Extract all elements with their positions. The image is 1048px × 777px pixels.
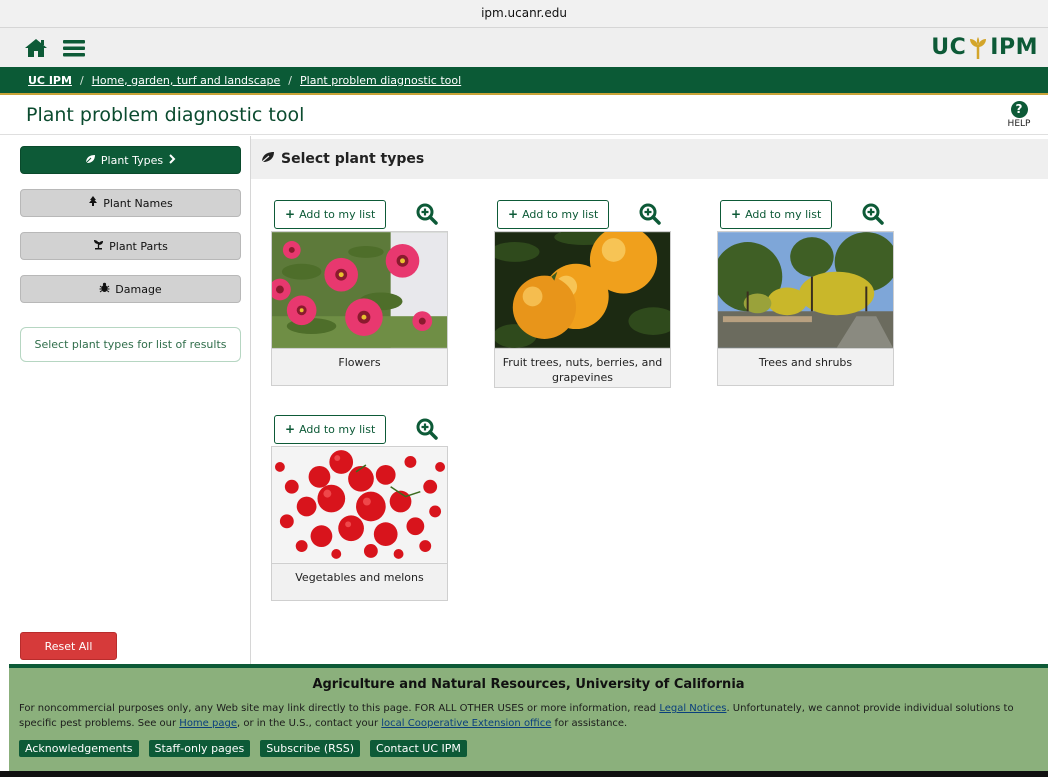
breadcrumb: UC IPM / Home, garden, turf and landscap… (0, 67, 1048, 95)
add-to-list-button[interactable]: + Add to my list (274, 414, 387, 444)
plus-icon: + (508, 207, 519, 221)
plant-type-card-trees-shrubs: + Add to my list Trees and shrubs (717, 199, 894, 386)
breadcrumb-diagnostic-tool[interactable]: Plant problem diagnostic tool (300, 74, 461, 87)
zoom-in-icon[interactable] (416, 418, 438, 440)
breadcrumb-separator: / (79, 73, 84, 87)
bottom-border (0, 771, 1048, 777)
logo-ipm: IPM (990, 35, 1038, 60)
leaf-icon (261, 151, 275, 167)
add-to-list-button[interactable]: + Add to my list (720, 199, 833, 229)
reset-all-button[interactable]: Reset All (20, 632, 117, 660)
plant-parts-icon (93, 239, 104, 253)
add-to-list-label: Add to my list (299, 422, 376, 436)
page-title: Plant problem diagnostic tool (26, 103, 305, 126)
home-icon[interactable] (24, 38, 48, 58)
footer-title: Agriculture and Natural Resources, Unive… (312, 677, 745, 692)
plant-types-label: Plant Types (100, 153, 164, 167)
local-extension-link[interactable]: local Cooperative Extension office (381, 718, 551, 729)
acknowledgements-link[interactable]: Acknowledgements (19, 740, 139, 757)
breadcrumb-home-garden[interactable]: Home, garden, turf and landscape (92, 74, 281, 87)
results-hint: Select plant types for list of results (20, 327, 241, 362)
footer-text: For noncommercial purposes only, any Web… (19, 701, 1038, 731)
card-caption: Flowers (271, 348, 448, 386)
plus-icon: + (285, 422, 296, 436)
help-button[interactable]: ? HELP (1004, 100, 1034, 129)
add-to-list-button[interactable]: + Add to my list (497, 199, 610, 229)
plus-icon: + (285, 207, 296, 221)
browser-url-bar[interactable]: ipm.ucanr.edu (0, 0, 1048, 28)
content-panel: Select plant types + Add to my list Flow… (251, 136, 1048, 664)
zoom-in-icon[interactable] (416, 203, 438, 225)
add-to-list-label: Add to my list (299, 207, 376, 221)
staff-only-link[interactable]: Staff-only pages (148, 740, 251, 757)
vegetables-image[interactable] (271, 446, 448, 563)
contact-link[interactable]: Contact UC IPM (370, 740, 467, 757)
site-header: UC IPM (0, 28, 1048, 67)
sprout-icon (969, 36, 987, 59)
legal-notices-link[interactable]: Legal Notices (659, 703, 726, 714)
footer-links: Acknowledgements Staff-only pages Subscr… (19, 740, 1038, 757)
footer-text-part: for assistance. (551, 718, 628, 729)
plant-types-button[interactable]: Plant Types (20, 146, 241, 174)
flowers-image[interactable] (271, 231, 448, 348)
plant-parts-button[interactable]: Plant Parts (20, 232, 241, 260)
footer-text-part: , or in the U.S., contact your (236, 718, 382, 729)
breadcrumb-separator: / (288, 73, 293, 87)
tree-icon (88, 196, 98, 210)
plant-parts-label: Plant Parts (109, 239, 168, 253)
card-caption: Fruit trees, nuts, berries, and grapevin… (494, 348, 671, 388)
fruit-trees-image[interactable] (494, 231, 671, 348)
footer-text-part: For noncommercial purposes only, any Web… (19, 703, 660, 714)
menu-icon[interactable] (62, 38, 86, 58)
bug-icon (99, 282, 110, 296)
plant-type-card-fruit-trees: + Add to my list Fruit trees, nuts, berr… (494, 199, 671, 388)
trees-shrubs-image[interactable] (717, 231, 894, 348)
leaf-icon (85, 154, 96, 167)
help-icon: ? (1010, 100, 1028, 118)
main-area: Plant Types Plant Names Plant Parts Dama… (9, 136, 1048, 664)
site-footer: Agriculture and Natural Resources, Unive… (9, 664, 1048, 771)
damage-label: Damage (115, 282, 162, 296)
card-caption: Vegetables and melons (271, 563, 448, 601)
section-title: Select plant types (281, 151, 425, 167)
url-text: ipm.ucanr.edu (481, 6, 567, 20)
sidebar: Plant Types Plant Names Plant Parts Dama… (9, 136, 251, 664)
damage-button[interactable]: Damage (20, 275, 241, 303)
zoom-in-icon[interactable] (862, 203, 884, 225)
plus-icon: + (731, 207, 742, 221)
chevron-right-icon (168, 153, 176, 167)
subscribe-rss-link[interactable]: Subscribe (RSS) (260, 740, 361, 757)
zoom-in-icon[interactable] (639, 203, 661, 225)
add-to-list-label: Add to my list (745, 207, 822, 221)
logo-uc: UC (931, 35, 967, 60)
home-page-link[interactable]: Home page (179, 718, 237, 729)
help-label: HELP (1007, 118, 1031, 129)
breadcrumb-uc-ipm[interactable]: UC IPM (28, 74, 72, 87)
add-to-list-label: Add to my list (522, 207, 599, 221)
card-caption: Trees and shrubs (717, 348, 894, 386)
plant-type-card-vegetables: + Add to my list Vegetables and melons (271, 414, 448, 601)
plant-names-label: Plant Names (103, 196, 173, 210)
uc-ipm-logo[interactable]: UC IPM (931, 35, 1038, 60)
section-header: Select plant types (251, 139, 1048, 179)
plant-names-button[interactable]: Plant Names (20, 189, 241, 217)
page-title-row: Plant problem diagnostic tool ? HELP (0, 95, 1048, 135)
add-to-list-button[interactable]: + Add to my list (274, 199, 387, 229)
plant-type-card-flowers: + Add to my list Flowers (271, 199, 448, 386)
results-hint-text: Select plant types for list of results (34, 338, 227, 351)
